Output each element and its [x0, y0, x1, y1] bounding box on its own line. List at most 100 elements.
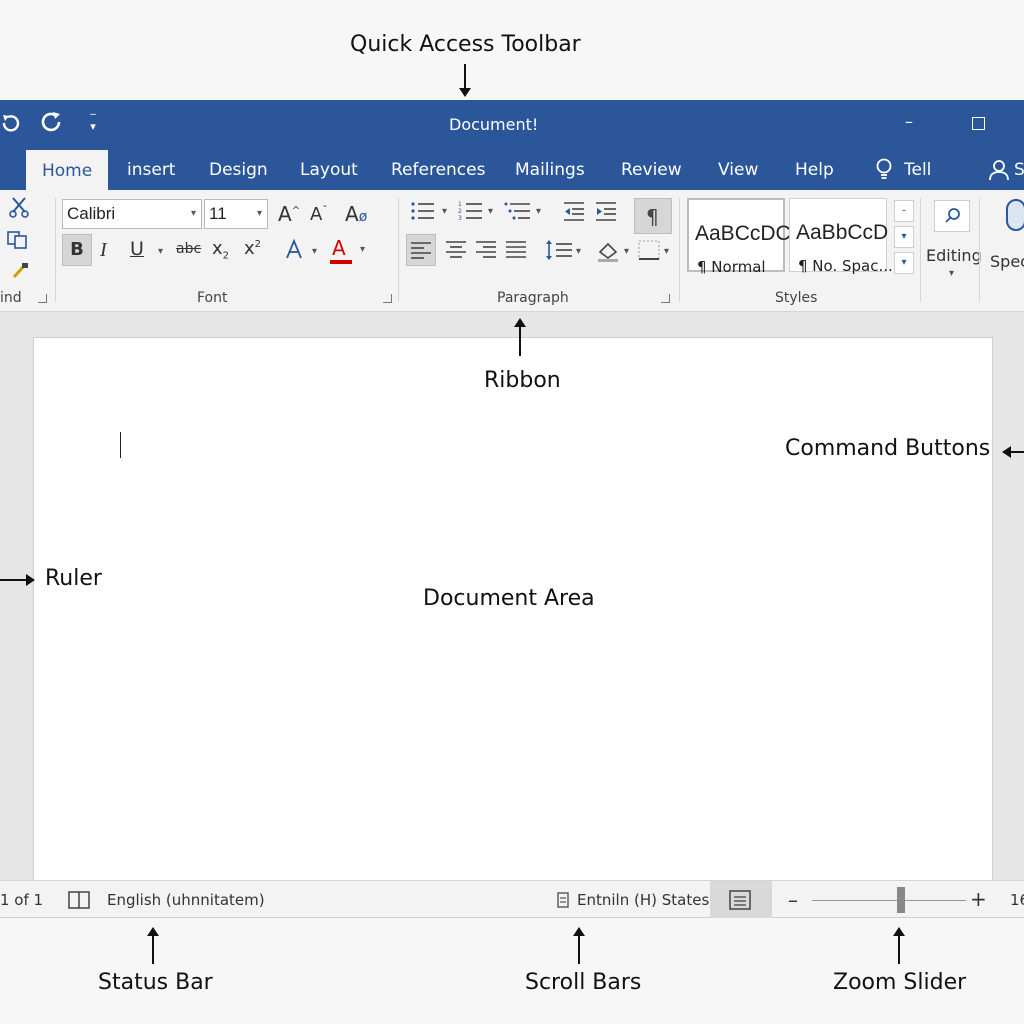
chevron-down-icon[interactable]: ▾ [536, 206, 541, 217]
bullets-icon[interactable] [410, 200, 436, 222]
share-user-icon[interactable] [988, 158, 1012, 182]
language-indicator[interactable]: English (uhnnitatem) [107, 891, 265, 909]
underline-button[interactable]: U [130, 240, 144, 259]
tab-share[interactable]: S [1012, 150, 1024, 190]
tab-review[interactable]: Review [619, 150, 684, 190]
subscript-button[interactable]: x2 [212, 240, 229, 262]
zoom-slider-track[interactable] [812, 900, 966, 901]
borders-icon[interactable] [638, 240, 660, 260]
style-sample: AaBbCcD [796, 221, 889, 244]
microphone-icon[interactable] [1004, 198, 1024, 240]
line-spacing-icon[interactable] [546, 240, 572, 260]
callout-arrow [152, 934, 154, 964]
font-family-value: Calibri [67, 204, 116, 223]
style-name: ¶ Normal [697, 258, 766, 276]
tab-insert[interactable]: insert [125, 150, 177, 190]
tab-tell-me[interactable]: Tell [902, 150, 933, 190]
increase-indent-icon[interactable] [594, 200, 618, 222]
callout-document-area: Document Area [423, 586, 595, 611]
tab-design[interactable]: Design [207, 150, 270, 190]
justify-icon[interactable] [506, 240, 526, 258]
callout-arrowhead [26, 574, 35, 586]
zoom-slider-thumb[interactable] [897, 887, 905, 913]
grow-font-button[interactable]: A^ [278, 204, 300, 224]
zoom-in-button[interactable]: + [970, 887, 987, 911]
redo-icon[interactable] [40, 110, 64, 134]
align-right-icon[interactable] [476, 240, 496, 258]
accessibility-icon[interactable] [556, 891, 570, 909]
chevron-down-icon[interactable]: ▾ [624, 246, 629, 257]
chevron-down-icon[interactable]: ▾ [949, 268, 954, 279]
shrink-font-button[interactable]: Aˇ [310, 206, 327, 224]
page-count[interactable]: 1 of 1 [0, 891, 43, 909]
callout-arrow [578, 934, 580, 964]
print-layout-icon [729, 890, 751, 910]
italic-button[interactable]: I [100, 240, 107, 260]
editing-button[interactable]: Editing [926, 246, 982, 265]
find-button[interactable] [934, 200, 970, 232]
chevron-down-icon[interactable]: ▾ [576, 246, 581, 257]
styles-group-label: Styles [775, 290, 818, 306]
text-effects-icon[interactable] [284, 238, 306, 262]
bold-button[interactable]: B [62, 234, 92, 266]
accessibility-status[interactable]: Entniln (H) States) [577, 891, 715, 909]
styles-more-button[interactable]: ▾ [894, 252, 914, 274]
copy-icon[interactable] [6, 230, 30, 250]
callout-arrow [1010, 451, 1024, 453]
dictate-button[interactable]: Spec [990, 252, 1024, 271]
chevron-down-icon[interactable]: ▾ [664, 246, 669, 257]
font-family-select[interactable]: Calibri ▾ [62, 199, 202, 229]
callout-arrowhead [514, 318, 526, 327]
strikethrough-button[interactable]: abc [176, 242, 201, 256]
show-formatting-button[interactable]: ¶ [634, 198, 672, 234]
tab-mailings[interactable]: Mailings [513, 150, 587, 190]
lightbulb-icon[interactable] [874, 158, 894, 182]
decrease-indent-icon[interactable] [562, 200, 586, 222]
print-layout-button[interactable] [710, 881, 772, 918]
clear-formatting-button[interactable]: Aø [345, 204, 367, 224]
font-size-select[interactable]: 11 ▾ [204, 199, 268, 229]
title-bar: ‾ ▾ Document! – [0, 100, 1024, 150]
chevron-down-icon[interactable]: ▾ [442, 206, 447, 217]
style-normal[interactable]: AaBCcDC ¶ Normal [687, 198, 791, 276]
chevron-down-icon[interactable]: ▾ [312, 246, 317, 257]
numbering-icon[interactable]: 1 2 3 [458, 200, 484, 222]
tab-view[interactable]: View [716, 150, 760, 190]
styles-scroll-down-button[interactable]: ▾ [894, 226, 914, 248]
align-left-button[interactable] [406, 234, 436, 266]
cut-icon[interactable] [8, 196, 30, 218]
zoom-percentage[interactable]: 16 [1010, 891, 1024, 909]
font-launcher-icon[interactable] [383, 294, 392, 303]
font-color-button[interactable]: A [332, 238, 346, 258]
tab-references[interactable]: References [389, 150, 487, 190]
minimize-button[interactable]: – [905, 112, 913, 131]
svg-text:3: 3 [458, 215, 462, 222]
chevron-down-icon: ▾ [256, 208, 262, 219]
format-painter-icon[interactable] [10, 262, 30, 280]
align-center-icon[interactable] [446, 240, 466, 258]
callout-arrow [898, 934, 900, 964]
customize-qat-icon[interactable]: ‾ ▾ [88, 113, 98, 132]
zoom-out-button[interactable]: – [788, 888, 798, 912]
tab-home[interactable]: Home [26, 150, 109, 190]
tab-help[interactable]: Help [793, 150, 836, 190]
callout-quick-access-toolbar: Quick Access Toolbar [350, 32, 581, 57]
chevron-down-icon: ▾ [190, 208, 196, 219]
chevron-down-icon[interactable]: ▾ [158, 246, 163, 257]
chevron-down-icon[interactable]: ▾ [360, 244, 365, 255]
divider [979, 198, 980, 302]
callout-scroll-bars: Scroll Bars [525, 970, 642, 995]
superscript-button[interactable]: x2 [244, 240, 261, 258]
clipboard-launcher-icon[interactable] [38, 294, 47, 303]
read-mode-icon[interactable] [68, 891, 90, 909]
styles-scroll-up-button[interactable]: – [894, 200, 914, 222]
style-no-spacing[interactable]: AaBbCcD ¶ No. Spac... [789, 198, 893, 275]
chevron-down-icon[interactable]: ▾ [488, 206, 493, 217]
paragraph-launcher-icon[interactable] [661, 294, 670, 303]
tab-layout[interactable]: Layout [298, 150, 360, 190]
undo-icon[interactable] [0, 112, 22, 134]
maximize-button[interactable] [972, 117, 985, 130]
multilevel-list-icon[interactable] [504, 200, 532, 222]
callout-arrow [519, 326, 521, 356]
shading-icon[interactable] [596, 238, 620, 262]
